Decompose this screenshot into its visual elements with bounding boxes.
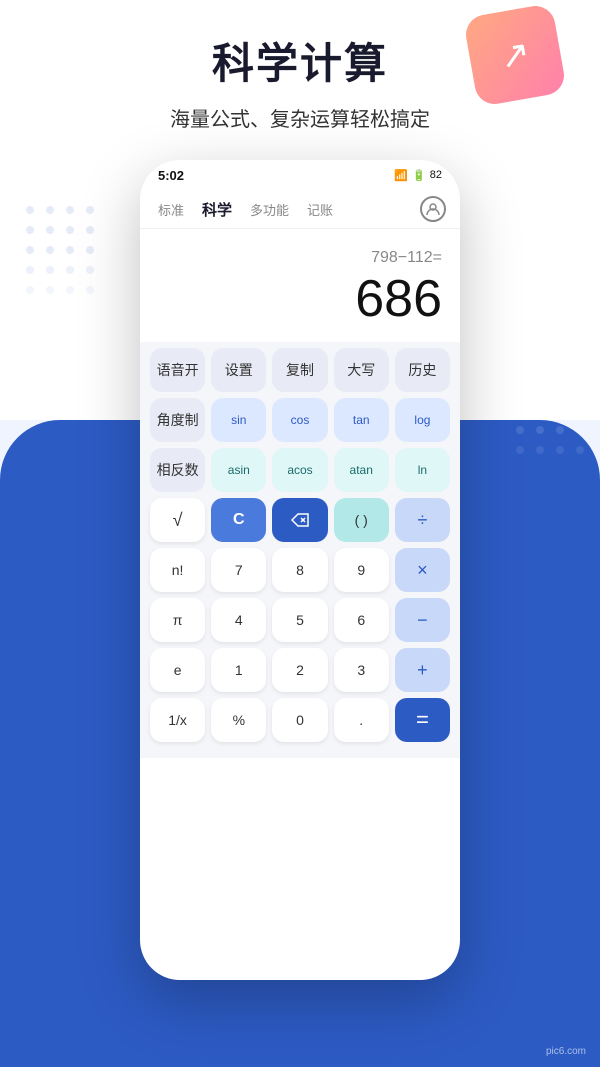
btn-7[interactable]: 7	[211, 548, 266, 592]
watermark: pic6.com	[546, 1046, 586, 1057]
btn-history[interactable]: 历史	[395, 348, 450, 392]
row-789: n! 7 8 9 ×	[150, 548, 450, 592]
btn-equals[interactable]: =	[395, 698, 450, 742]
user-icon[interactable]	[420, 196, 446, 222]
btn-pi[interactable]: π	[150, 598, 205, 642]
btn-4[interactable]: 4	[211, 598, 266, 642]
btn-multiply[interactable]: ×	[395, 548, 450, 592]
nav-tabs: 标准 科学 多功能 记账	[140, 190, 460, 229]
btn-settings[interactable]: 设置	[211, 348, 266, 392]
dots-left-decoration	[20, 200, 100, 400]
phone-mockup: 5:02 📶 🔋 82 标准 科学 多功能 记账 798−112= 686 语音…	[140, 160, 460, 980]
btn-voice[interactable]: 语音开	[150, 348, 205, 392]
btn-9[interactable]: 9	[334, 548, 389, 592]
page-subtitle: 海量公式、复杂运算轻松搞定	[0, 103, 600, 132]
btn-divide[interactable]: ÷	[395, 498, 450, 542]
calculator-keypad: 语音开 设置 复制 大写 历史 角度制 sin cos tan log 相反数 …	[140, 342, 460, 758]
arrow-up-right-icon: ↗	[496, 32, 533, 79]
btn-asin[interactable]: asin	[211, 448, 266, 492]
row-123: e 1 2 3 +	[150, 648, 450, 692]
btn-dot[interactable]: .	[334, 698, 389, 742]
dots-right-decoration	[510, 380, 590, 580]
btn-sin[interactable]: sin	[211, 398, 266, 442]
btn-caps[interactable]: 大写	[334, 348, 389, 392]
btn-reciprocal[interactable]: 1/x	[150, 698, 205, 742]
btn-clear[interactable]: C	[211, 498, 266, 542]
tab-bookkeeping[interactable]: 记账	[303, 198, 337, 221]
tab-science[interactable]: 科学	[198, 197, 236, 222]
btn-cos[interactable]: cos	[272, 398, 327, 442]
row-456: π 4 5 6 −	[150, 598, 450, 642]
utility-row: 语音开 设置 复制 大写 历史	[150, 348, 450, 392]
display-expression: 798−112=	[158, 249, 442, 271]
inv-trig-row: 相反数 asin acos atan ln	[150, 448, 450, 492]
status-time: 5:02	[158, 168, 184, 183]
btn-percent[interactable]: %	[211, 698, 266, 742]
btn-2[interactable]: 2	[272, 648, 327, 692]
btn-plus[interactable]: +	[395, 648, 450, 692]
user-avatar-icon	[426, 202, 440, 216]
battery-level: 82	[430, 169, 442, 181]
wifi-icon: 📶	[394, 169, 408, 182]
btn-factorial[interactable]: n!	[150, 548, 205, 592]
btn-8[interactable]: 8	[272, 548, 327, 592]
tab-standard[interactable]: 标准	[154, 198, 188, 221]
btn-1[interactable]: 1	[211, 648, 266, 692]
backspace-icon	[291, 513, 309, 527]
btn-minus[interactable]: −	[395, 598, 450, 642]
btn-backspace[interactable]	[272, 498, 327, 542]
clear-row: √ C ( ) ÷	[150, 498, 450, 542]
btn-5[interactable]: 5	[272, 598, 327, 642]
btn-3[interactable]: 3	[334, 648, 389, 692]
row-0-equals: 1/x % 0 . =	[150, 698, 450, 742]
btn-angle-mode[interactable]: 角度制	[150, 398, 205, 442]
tab-multi[interactable]: 多功能	[246, 198, 293, 221]
battery-icon: 🔋	[412, 169, 426, 182]
status-bar: 5:02 📶 🔋 82	[140, 160, 460, 190]
btn-ln[interactable]: ln	[395, 448, 450, 492]
trig-row: 角度制 sin cos tan log	[150, 398, 450, 442]
btn-copy[interactable]: 复制	[272, 348, 327, 392]
status-icons: 📶 🔋 82	[394, 169, 442, 182]
display-result: 686	[158, 271, 442, 328]
btn-inverse[interactable]: 相反数	[150, 448, 205, 492]
deco-arrow-image: ↗	[463, 3, 567, 107]
btn-acos[interactable]: acos	[272, 448, 327, 492]
btn-euler[interactable]: e	[150, 648, 205, 692]
btn-log[interactable]: log	[395, 398, 450, 442]
btn-atan[interactable]: atan	[334, 448, 389, 492]
display-area: 798−112= 686	[140, 229, 460, 342]
btn-tan[interactable]: tan	[334, 398, 389, 442]
btn-parens[interactable]: ( )	[334, 498, 389, 542]
btn-sqrt[interactable]: √	[150, 498, 205, 542]
btn-6[interactable]: 6	[334, 598, 389, 642]
btn-0[interactable]: 0	[272, 698, 327, 742]
